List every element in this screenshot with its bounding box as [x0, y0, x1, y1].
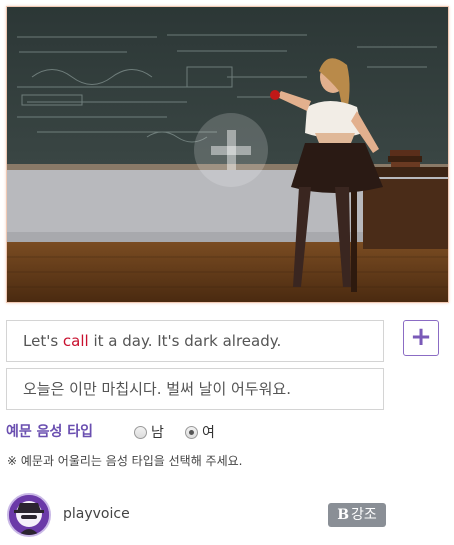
spy-avatar-icon[interactable] [7, 493, 51, 537]
voice-type-label: 예문 음성 타입 [6, 424, 94, 440]
radio-checked-icon[interactable] [185, 425, 198, 439]
emphasis-button[interactable]: B 강조 [328, 503, 386, 527]
add-sentence-button[interactable]: + [403, 320, 439, 356]
sentence-suffix: it a day. It's dark already. [88, 332, 282, 350]
bold-icon: B [337, 507, 350, 523]
sentence-keyword: call [62, 332, 89, 350]
radio-unchecked-icon[interactable] [134, 425, 147, 439]
sentence-prefix: Let's [23, 332, 63, 350]
voice-type-note: ※ 예문과 어울리는 음성 타입을 선택해 주세요. [7, 454, 243, 468]
author-name[interactable]: playvoice [63, 506, 130, 522]
sentence-english[interactable]: Let's call it a day. It's dark already. [6, 320, 384, 362]
plus-icon[interactable] [194, 113, 268, 187]
voice-male-label: 남 [151, 425, 164, 441]
sentence-korean[interactable]: 오늘은 이만 마칩시다. 벌써 날이 어두워요. [6, 368, 384, 410]
voice-male-radio[interactable]: 남 [134, 422, 164, 442]
emphasis-label: 강조 [351, 507, 377, 523]
voice-female-label: 여 [202, 425, 215, 441]
scene-photo[interactable] [6, 6, 449, 303]
voice-female-radio[interactable]: 여 [185, 422, 215, 442]
